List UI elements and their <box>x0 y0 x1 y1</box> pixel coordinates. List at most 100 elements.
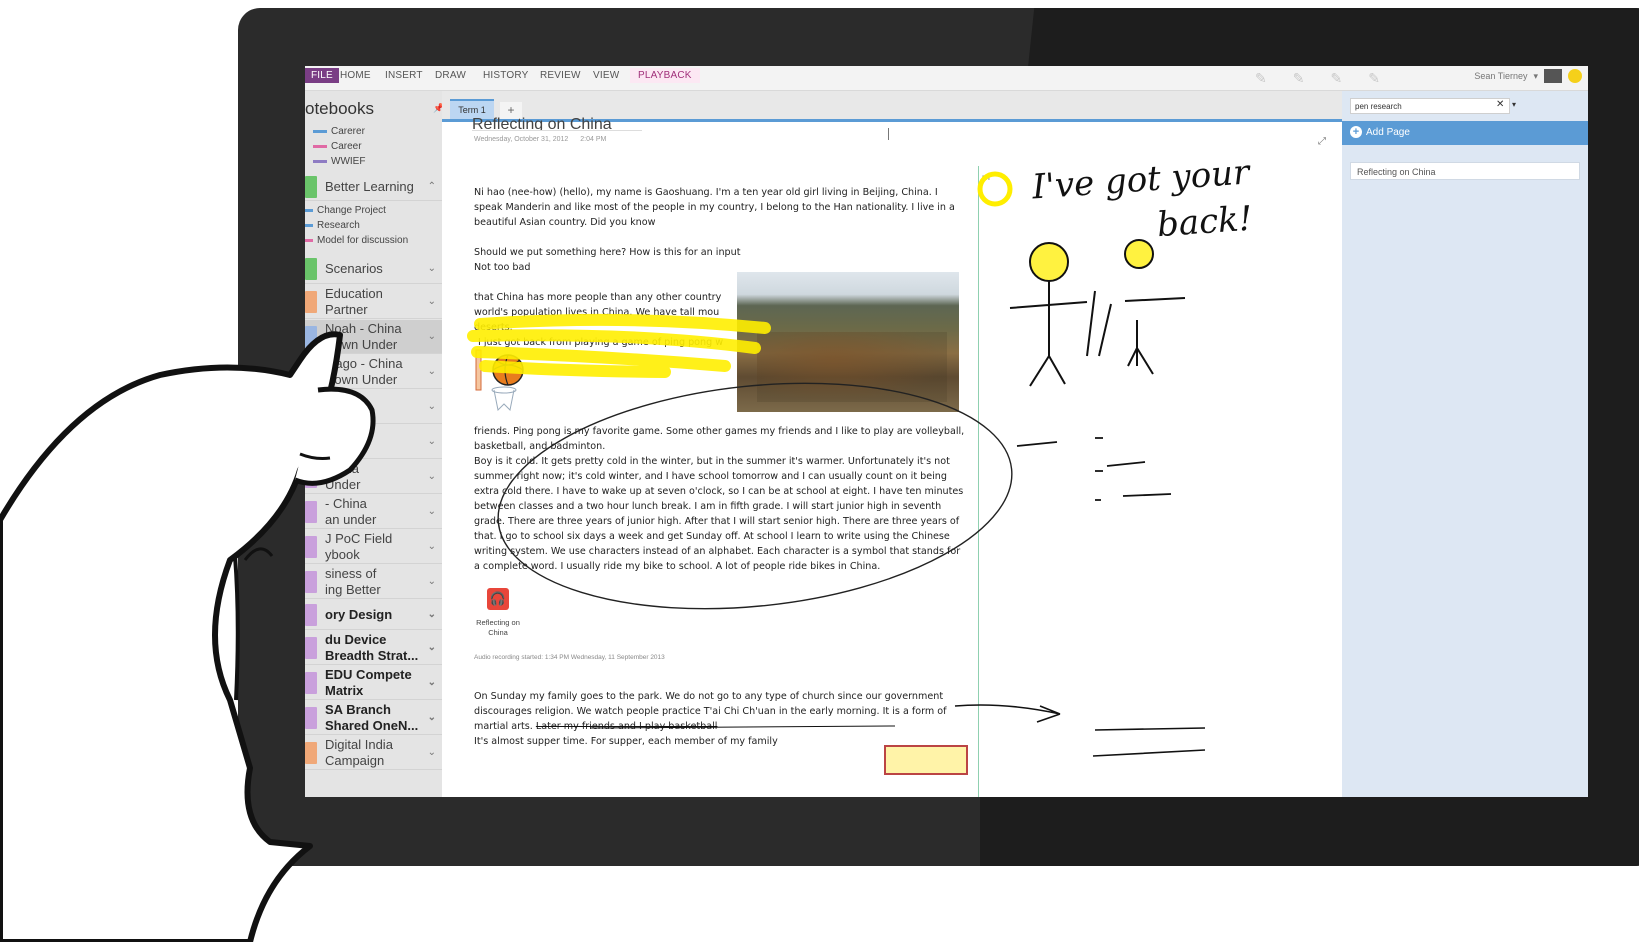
sidebar-item-notebook[interactable]: Tiago - China Down Under ⌄ <box>305 355 442 389</box>
sidebar-item-notebook[interactable]: Noah - China Down Under ⌄ <box>305 320 442 354</box>
sidebar-item-notebook[interactable]: siness of ing Better ⌄ <box>305 565 442 599</box>
chevron-up-icon[interactable]: ⌃ <box>428 181 436 192</box>
notebook-color-swatch <box>305 741 317 764</box>
notebook-label-line: Partner <box>325 301 368 317</box>
chevron-down-icon[interactable]: ⌄ <box>428 506 436 517</box>
notebook-color-swatch <box>305 706 317 729</box>
sidebar-item-notebook[interactable]: ory Design ⌄ <box>305 600 442 630</box>
avatar[interactable] <box>1544 69 1562 83</box>
notebook-label-line: Shared OneN... <box>325 717 419 733</box>
sidebar-item-notebook[interactable]: - China an under ⌄ <box>305 495 442 529</box>
chevron-down-icon[interactable]: ⌄ <box>428 436 436 447</box>
chevron-down-icon[interactable]: ⌄ <box>428 401 436 412</box>
chevron-down-icon[interactable]: ⌄ <box>428 331 436 342</box>
chevron-down-icon[interactable]: ⌄ <box>428 712 436 723</box>
paragraph-park[interactable]: On Sunday my family goes to the park. We… <box>474 689 966 734</box>
sidebar-item-section[interactable]: Career <box>305 139 442 154</box>
section-color-marker <box>305 209 313 212</box>
basketball-hoop-icon <box>474 348 526 418</box>
ink-margin-line <box>978 166 979 797</box>
notebook-label: EDU Compete Matrix <box>325 667 412 699</box>
sidebar-item-section[interactable]: Research <box>305 218 442 233</box>
notebook-label: Tiago - China Down Under <box>325 356 403 388</box>
chevron-down-icon[interactable]: ⌄ <box>428 366 436 377</box>
chevron-down-icon[interactable]: ⌄ <box>428 263 436 274</box>
chevron-down-icon[interactable]: ⌄ <box>428 576 436 587</box>
onenote-window: FILE HOME INSERT DRAW HISTORY REVIEW VIE… <box>305 66 1588 797</box>
notebook-label-line: Scenarios <box>325 260 383 276</box>
notebook-label-line: China <box>325 390 359 406</box>
chevron-down-icon[interactable]: ⌄ <box>428 609 436 620</box>
close-icon[interactable]: ✕ <box>1496 99 1504 110</box>
sidebar-item-notebook[interactable]: du Device Breadth Strat... ⌄ <box>305 631 442 665</box>
chevron-down-icon[interactable]: ⌄ <box>428 541 436 552</box>
landscape-photo[interactable] <box>737 272 959 412</box>
add-page-button[interactable]: Add Page <box>1342 121 1588 145</box>
chevron-down-icon[interactable]: ⌄ <box>428 296 436 307</box>
tab-draw[interactable]: DRAW <box>435 70 466 81</box>
section-color-marker <box>313 160 327 163</box>
sidebar-item-notebook[interactable]: EDU Compete Matrix ⌄ <box>305 666 442 700</box>
notebook-better-learning[interactable]: Better Learning ⌃ <box>305 173 442 201</box>
page-title[interactable]: Reflecting on China <box>472 116 642 131</box>
paragraph-intro[interactable]: Ni hao (nee-how) (hello), my name is Gao… <box>474 185 966 230</box>
tab-history[interactable]: HISTORY <box>483 70 529 81</box>
sidebar-item-section[interactable]: Change Project <box>305 203 442 218</box>
search-input[interactable]: pen research <box>1350 98 1510 114</box>
notebook-color-swatch <box>305 360 317 383</box>
notebook-label-line: Under <box>325 476 361 492</box>
section-color-marker <box>313 130 327 133</box>
headphones-icon[interactable]: 🎧 <box>487 588 509 610</box>
sidebar-item-section[interactable]: Carerer <box>305 124 442 139</box>
notebook-color-swatch <box>305 500 317 523</box>
account-area: Sean Tierney ▾ <box>1474 69 1582 83</box>
user-name[interactable]: Sean Tierney <box>1474 71 1527 81</box>
chevron-down-icon[interactable]: ⌄ <box>428 677 436 688</box>
sidebar-item-notebook[interactable]: J PoC Field ybook ⌄ <box>305 530 442 564</box>
tab-playback[interactable]: PLAYBACK <box>630 68 700 83</box>
notebook-label: China Under <box>325 461 360 493</box>
page-time-value: 2:04 PM <box>580 136 607 143</box>
paragraph-input[interactable]: Should we put something here? How is thi… <box>474 245 966 275</box>
chevron-down-icon[interactable]: ▾ <box>1512 100 1516 109</box>
chevron-down-icon[interactable]: ⌄ <box>428 642 436 653</box>
sidebar-item-notebook[interactable]: Scenarios ⌄ <box>305 254 442 284</box>
tab-review[interactable]: REVIEW <box>540 70 581 81</box>
page-list-item[interactable]: Reflecting on China <box>1350 162 1580 180</box>
sidebar-item-notebook[interactable]: SA Branch Shared OneN... ⌄ <box>305 701 442 735</box>
notebook-label: SA Branch Shared OneN... <box>325 702 418 734</box>
sidebar-item-notebook[interactable]: China Under ⌄ <box>305 390 442 424</box>
sidebar-item-notebook[interactable]: Digital India Campaign ⌄ <box>305 736 442 770</box>
sidebar-item-notebook[interactable]: Education Partner ⌄ <box>305 285 442 319</box>
expand-icon[interactable]: ⤢ <box>1318 136 1326 147</box>
tab-view[interactable]: VIEW <box>593 70 619 81</box>
notebook-label: J PoC Field ybook <box>325 531 392 563</box>
page-canvas[interactable]: Reflecting on China Wednesday, October 3… <box>442 116 1342 797</box>
sidebar-item-section[interactable]: Model for discussion <box>305 233 442 248</box>
chevron-down-icon[interactable]: ⌄ <box>428 471 436 482</box>
paragraph-games[interactable]: friends. Ping pong is my favorite game. … <box>474 424 966 454</box>
sidebar-item-notebook[interactable]: hina Under ⌄ <box>305 425 442 459</box>
notebook-color-swatch <box>305 671 317 694</box>
sidebar-title: otebooks <box>305 99 374 118</box>
notebook-color-swatch <box>305 395 317 418</box>
paragraph-population[interactable]: that China has more people than any othe… <box>474 290 734 350</box>
tab-file[interactable]: FILE <box>305 68 339 83</box>
chevron-down-icon[interactable]: ⌄ <box>428 747 436 758</box>
dropdown-icon[interactable]: ▾ <box>1533 71 1538 82</box>
pin-icon[interactable]: 📌 <box>433 103 442 114</box>
page-date-value: Wednesday, October 31, 2012 <box>474 136 569 143</box>
notebook-label-line: Under <box>325 441 361 457</box>
tab-insert[interactable]: INSERT <box>385 70 423 81</box>
sidebar-item-section[interactable]: WWIEF <box>305 154 442 169</box>
sidebar-item-notebook[interactable]: China Under ⌄ <box>305 460 442 494</box>
paragraph-school[interactable]: Boy is it cold. It gets pretty cold in t… <box>474 454 966 574</box>
pen-tool-icons: ✎✎✎✎ <box>1255 70 1406 86</box>
section-color-marker <box>305 224 313 227</box>
audio-recording-meta: Audio recording started: 1:34 PM Wednesd… <box>474 654 665 661</box>
notebook-label-line: hina <box>325 425 350 441</box>
notebook-label: - China an under <box>325 496 376 528</box>
tab-home[interactable]: HOME <box>340 70 371 81</box>
audio-clip-label[interactable]: Reflecting on China <box>472 618 524 638</box>
smiley-feedback-icon[interactable] <box>1568 69 1582 83</box>
